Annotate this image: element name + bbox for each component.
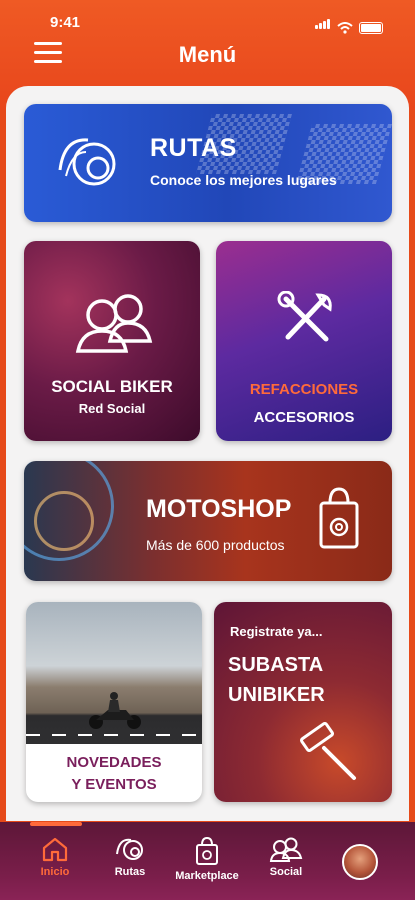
rutas-card[interactable]: RUTAS Conoce los mejores lugares <box>24 104 392 222</box>
shopping-bag-icon <box>319 487 359 549</box>
battery-icon <box>359 22 383 34</box>
tab-marketplace[interactable]: Marketplace <box>172 836 242 882</box>
active-tab-indicator <box>30 822 82 826</box>
people-icon <box>75 294 153 353</box>
home-icon <box>42 837 68 862</box>
wheel-decoration <box>34 491 94 551</box>
refacciones-card[interactable]: REFACCIONES ACCESORIOS <box>216 241 392 441</box>
tools-icon <box>277 291 332 342</box>
tab-inicio-label: Inicio <box>40 866 70 878</box>
novedades-line2: Y EVENTOS <box>71 776 157 793</box>
rutas-subtitle: Conoce los mejores lugares <box>150 172 337 188</box>
social-biker-subtitle: Red Social <box>78 401 146 416</box>
novedades-line1: NOVEDADES <box>66 754 162 771</box>
tab-social[interactable]: Social <box>251 836 321 878</box>
motorcycle-road-photo <box>26 602 202 744</box>
motoshop-title: MOTOSHOP <box>146 495 292 523</box>
user-avatar[interactable] <box>342 844 378 880</box>
tab-rutas[interactable]: Rutas <box>95 836 165 878</box>
road-line <box>26 734 202 736</box>
status-time: 9:41 <box>50 14 81 31</box>
subasta-title: SUBASTA UNIBIKER <box>228 650 325 710</box>
refacciones-title: REFACCIONES <box>249 381 359 398</box>
page-title: Menú <box>178 42 237 67</box>
status-icons <box>315 16 383 34</box>
tab-marketplace-label: Marketplace <box>175 870 239 882</box>
subasta-card[interactable]: Registrate ya... SUBASTA UNIBIKER <box>214 602 392 802</box>
routes-icon <box>116 838 143 860</box>
people-icon <box>269 837 303 862</box>
motorcycle-rider-image <box>89 692 141 729</box>
social-biker-title: SOCIAL BIKER <box>51 377 173 396</box>
main-content: RUTAS Conoce los mejores lugares SOCIAL … <box>6 86 409 821</box>
social-biker-card[interactable]: SOCIAL BIKER Red Social <box>24 241 200 441</box>
status-bar: 9:41 <box>0 10 415 36</box>
subasta-pretitle: Registrate ya... <box>230 624 323 639</box>
rutas-title: RUTAS <box>150 134 237 162</box>
subasta-line1: SUBASTA <box>228 654 324 676</box>
novedades-title: NOVEDADES Y EVENTOS <box>26 752 202 796</box>
motoshop-subtitle: Más de 600 productos <box>146 537 285 553</box>
subasta-line2: UNIBIKER <box>228 684 325 706</box>
novedades-card[interactable]: NOVEDADES Y EVENTOS <box>26 602 202 802</box>
tab-rutas-label: Rutas <box>114 866 146 878</box>
route-swirl-icon <box>58 138 116 186</box>
refacciones-subtitle: ACCESORIOS <box>253 409 355 426</box>
tab-inicio[interactable]: Inicio <box>20 836 90 878</box>
wifi-icon <box>337 22 353 34</box>
bag-icon <box>196 836 218 865</box>
motoshop-card[interactable]: MOTOSHOP Más de 600 productos <box>24 461 392 581</box>
signal-icon <box>315 16 331 34</box>
gavel-icon <box>299 721 356 780</box>
tab-social-label: Social <box>269 866 303 878</box>
bottom-tab-bar: Inicio Rutas Marketplace Social <box>0 822 415 900</box>
